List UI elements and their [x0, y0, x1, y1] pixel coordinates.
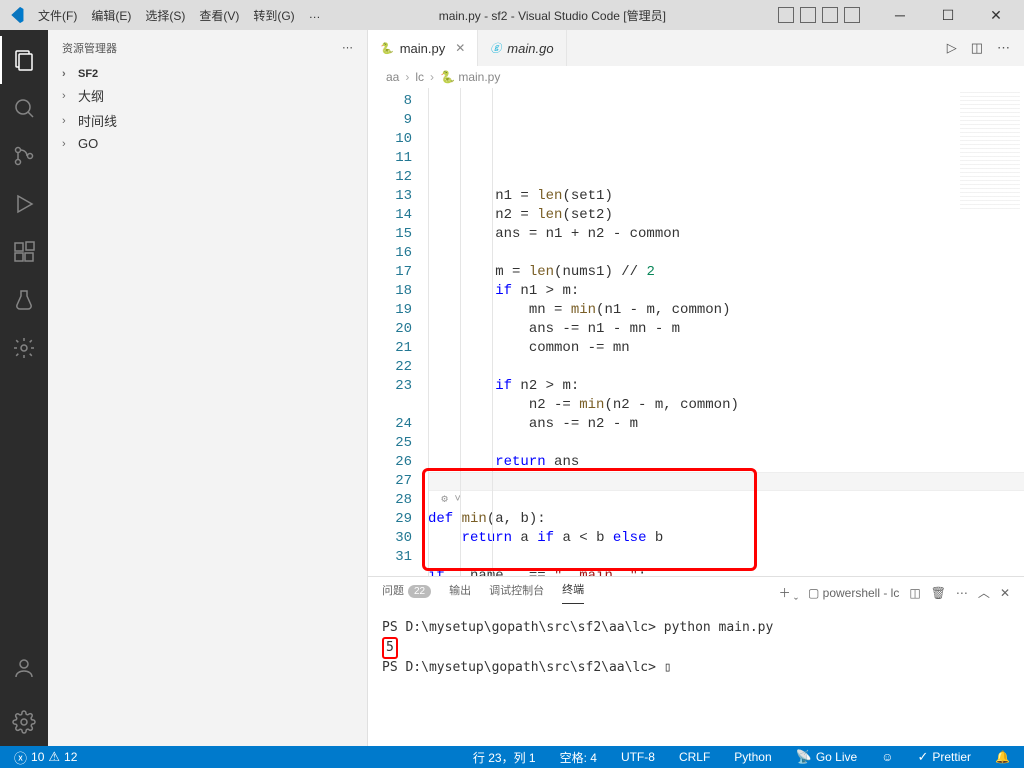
status-prettier[interactable]: ✓Prettier	[911, 749, 977, 765]
split-terminal-icon[interactable]: ◫	[909, 586, 920, 600]
editor: 🐍main.py✕ⓖmain.go ▷ ◫ ⋯ aa›lc›🐍 main.py …	[368, 30, 1024, 746]
source-control-icon[interactable]	[0, 132, 48, 180]
settings-icon[interactable]	[0, 698, 48, 746]
menu-item[interactable]: 查看(V)	[193, 5, 245, 26]
status-encoding[interactable]: UTF-8	[615, 750, 661, 764]
menu-bar: 文件(F)编辑(E)选择(S)查看(V)转到(G)…	[32, 5, 327, 26]
window-title: main.py - sf2 - Visual Studio Code [管理员]	[327, 7, 778, 24]
minimap[interactable]	[960, 92, 1020, 212]
tab-debug-console[interactable]: 调试控制台	[489, 582, 544, 604]
more-icon[interactable]: ⋯	[956, 586, 968, 600]
panel: 问题22 输出 调试控制台 终端 ＋ ˬ ▢ powershell - lc ◫…	[368, 576, 1024, 746]
terminal-selector[interactable]: ▢ powershell - lc	[808, 586, 899, 600]
code-area[interactable]: 8910111213141516171819202122232425262728…	[368, 88, 1024, 576]
more-icon[interactable]: ⋯	[997, 40, 1010, 56]
menu-item[interactable]: …	[303, 5, 327, 26]
close-icon[interactable]: ✕	[455, 41, 465, 55]
layout-icon[interactable]	[800, 7, 816, 23]
status-golive[interactable]: 📡Go Live	[790, 749, 864, 765]
breadcrumb[interactable]: aa›lc›🐍 main.py	[368, 66, 1024, 88]
remote-icon[interactable]	[0, 324, 48, 372]
chevron-up-icon[interactable]: ︿	[978, 584, 990, 601]
tab-output[interactable]: 输出	[449, 582, 471, 604]
sidebar-item[interactable]: ›SF2	[48, 65, 367, 83]
tab-problems[interactable]: 问题22	[382, 582, 431, 604]
status-language[interactable]: Python	[728, 750, 777, 764]
explorer-icon[interactable]	[0, 36, 48, 84]
status-problems[interactable]: ⓧ10 ⚠12	[8, 748, 83, 767]
close-panel-icon[interactable]: ✕	[1000, 586, 1010, 600]
breadcrumb-item[interactable]: 🐍 main.py	[440, 70, 500, 84]
layout-controls[interactable]	[778, 7, 860, 23]
status-feedback[interactable]: ☺	[875, 750, 899, 764]
layout-icon[interactable]	[778, 7, 794, 23]
terminal[interactable]: PS D:\mysetup\gopath\src\sf2\aa\lc> pyth…	[368, 609, 1024, 746]
testing-icon[interactable]	[0, 276, 48, 324]
tabs: 🐍main.py✕ⓖmain.go ▷ ◫ ⋯	[368, 30, 1024, 66]
menu-item[interactable]: 文件(F)	[32, 5, 83, 26]
status-notifications[interactable]: 🔔	[989, 750, 1016, 764]
sidebar-title: 资源管理器	[62, 40, 117, 56]
vscode-icon	[8, 7, 24, 23]
sidebar-item[interactable]: ›GO	[48, 133, 367, 154]
breadcrumb-item[interactable]: aa	[386, 70, 399, 84]
status-bar: ⓧ10 ⚠12 行 23，列 1 空格: 4 UTF-8 CRLF Python…	[0, 746, 1024, 768]
sidebar: 资源管理器 ⋯ ›SF2›大纲›时间线›GO	[48, 30, 368, 746]
breadcrumb-item[interactable]: lc	[415, 70, 424, 84]
search-icon[interactable]	[0, 84, 48, 132]
run-icon[interactable]: ▷	[947, 40, 957, 56]
tab-terminal[interactable]: 终端	[562, 581, 584, 604]
editor-tab[interactable]: 🐍main.py✕	[368, 30, 478, 66]
sidebar-item[interactable]: ›时间线	[48, 108, 367, 133]
new-terminal-icon[interactable]: ＋ ˬ	[779, 584, 798, 601]
status-eol[interactable]: CRLF	[673, 750, 716, 764]
layout-icon[interactable]	[822, 7, 838, 23]
run-debug-icon[interactable]	[0, 180, 48, 228]
minimize-button[interactable]: ─	[880, 0, 920, 30]
maximize-button[interactable]: ☐	[928, 0, 968, 30]
split-editor-icon[interactable]: ◫	[971, 40, 983, 56]
layout-icon[interactable]	[844, 7, 860, 23]
menu-item[interactable]: 编辑(E)	[85, 5, 137, 26]
accounts-icon[interactable]	[0, 644, 48, 692]
menu-item[interactable]: 选择(S)	[139, 5, 191, 26]
status-cursor[interactable]: 行 23，列 1	[467, 749, 542, 766]
menu-item[interactable]: 转到(G)	[247, 5, 300, 26]
trash-icon[interactable]: 🗑	[931, 586, 946, 600]
status-indent[interactable]: 空格: 4	[554, 749, 603, 766]
extensions-icon[interactable]	[0, 228, 48, 276]
more-icon[interactable]: ⋯	[342, 41, 353, 54]
activity-bar	[0, 30, 48, 746]
editor-tab[interactable]: ⓖmain.go	[478, 30, 566, 66]
close-button[interactable]: ✕	[976, 0, 1016, 30]
title-bar: 文件(F)编辑(E)选择(S)查看(V)转到(G)… main.py - sf2…	[0, 0, 1024, 30]
sidebar-item[interactable]: ›大纲	[48, 83, 367, 108]
